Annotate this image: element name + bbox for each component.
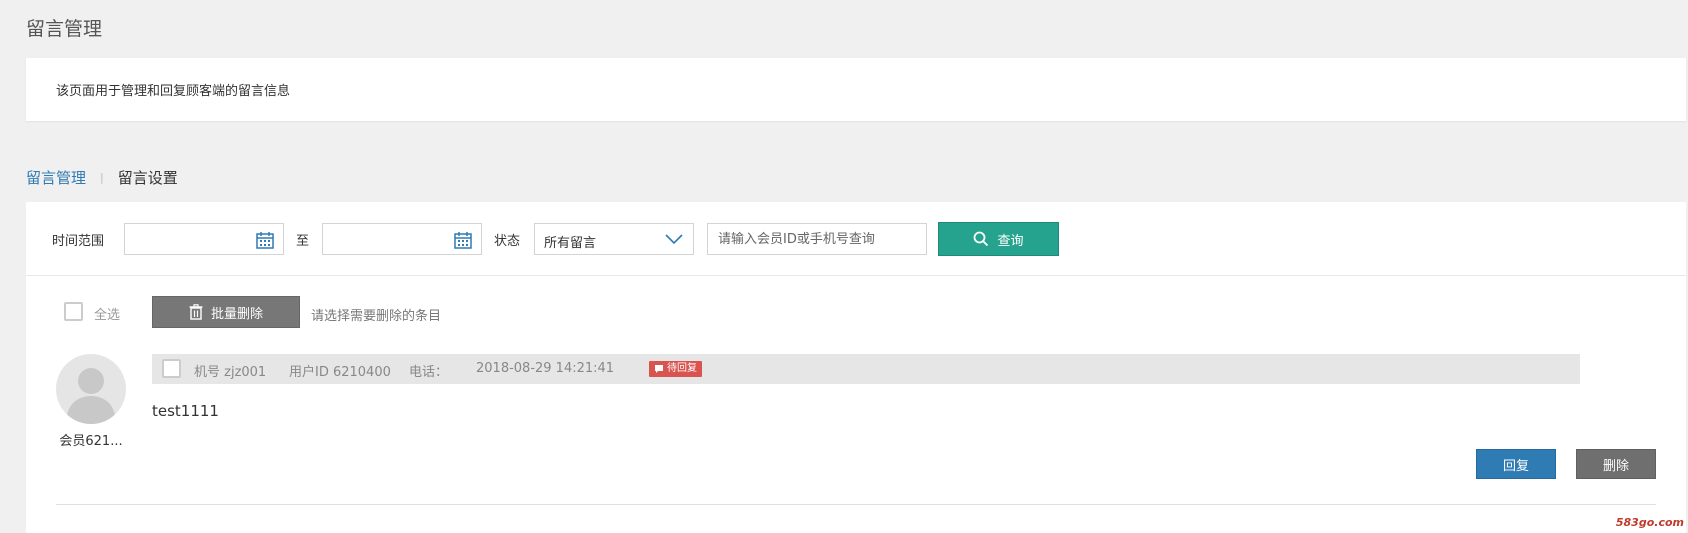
main-panel: 时间范围 至 状态 所有留言 请输入会员ID或手机号查询 查询 全选 批量删除 … bbox=[26, 202, 1686, 533]
message-content: test1111 bbox=[152, 402, 219, 420]
tab-message-settings[interactable]: 留言设置 bbox=[118, 167, 178, 188]
time-range-label: 时间范围 bbox=[52, 234, 105, 249]
reply-button[interactable]: 回复 bbox=[1476, 449, 1556, 479]
watermark: 583go.com bbox=[1615, 516, 1684, 529]
message-datetime: 2018-08-29 14:21:41 bbox=[476, 361, 615, 376]
batch-toolbar: 全选 批量删除 请选择需要删除的条目 bbox=[26, 290, 1686, 340]
message-divider bbox=[56, 504, 1656, 505]
chevron-down-icon bbox=[665, 234, 683, 245]
description-card: 该页面用于管理和回复顾客端的留言信息 bbox=[26, 58, 1686, 121]
comment-icon bbox=[655, 365, 663, 373]
query-button[interactable]: 查询 bbox=[938, 222, 1059, 256]
status-select-value: 所有留言 bbox=[544, 236, 597, 251]
select-all-label[interactable]: 全选 bbox=[94, 304, 120, 323]
search-input[interactable] bbox=[707, 223, 927, 255]
tab-message-management[interactable]: 留言管理 bbox=[26, 167, 86, 188]
to-label: 至 bbox=[296, 234, 310, 249]
batch-delete-label: 批量删除 bbox=[210, 306, 263, 322]
trash-icon bbox=[189, 304, 203, 320]
calendar-icon[interactable] bbox=[453, 230, 473, 250]
user-id: 用户ID 6210400 bbox=[289, 365, 391, 380]
search-icon bbox=[974, 231, 989, 247]
description-text: 该页面用于管理和回复顾客端的留言信息 bbox=[56, 84, 291, 99]
avatar bbox=[56, 354, 126, 424]
phone-label: 电话： bbox=[409, 365, 449, 380]
member-name: 会员621... bbox=[59, 434, 123, 449]
query-button-label: 查询 bbox=[997, 233, 1024, 249]
calendar-icon[interactable] bbox=[255, 230, 275, 250]
message-item: 会员621... 机号 zjz001 用户ID 6210400 电话： 2018… bbox=[26, 354, 1686, 505]
status-select[interactable]: 所有留言 bbox=[534, 223, 694, 255]
tab-separator: | bbox=[100, 170, 104, 184]
start-date-input[interactable] bbox=[124, 223, 284, 255]
message-checkbox[interactable] bbox=[162, 359, 181, 378]
status-badge: 待回复 bbox=[649, 361, 702, 377]
tab-bar: 留言管理 | 留言设置 bbox=[26, 166, 178, 188]
end-date-input[interactable] bbox=[322, 223, 482, 255]
page-title: 留言管理 bbox=[26, 18, 103, 40]
machine-number: 机号 zjz001 bbox=[194, 365, 267, 380]
batch-delete-hint: 请选择需要删除的条目 bbox=[311, 309, 442, 324]
batch-delete-button[interactable]: 批量删除 bbox=[152, 296, 300, 328]
status-label: 状态 bbox=[494, 234, 521, 249]
delete-button[interactable]: 删除 bbox=[1576, 449, 1656, 479]
message-header: 机号 zjz001 用户ID 6210400 电话： 2018-08-29 14… bbox=[152, 354, 1580, 384]
status-badge-label: 待回复 bbox=[667, 363, 697, 374]
select-all-checkbox[interactable] bbox=[64, 302, 83, 321]
user-avatar-icon bbox=[66, 368, 116, 424]
filter-bar: 时间范围 至 状态 所有留言 请输入会员ID或手机号查询 查询 bbox=[26, 202, 1686, 276]
